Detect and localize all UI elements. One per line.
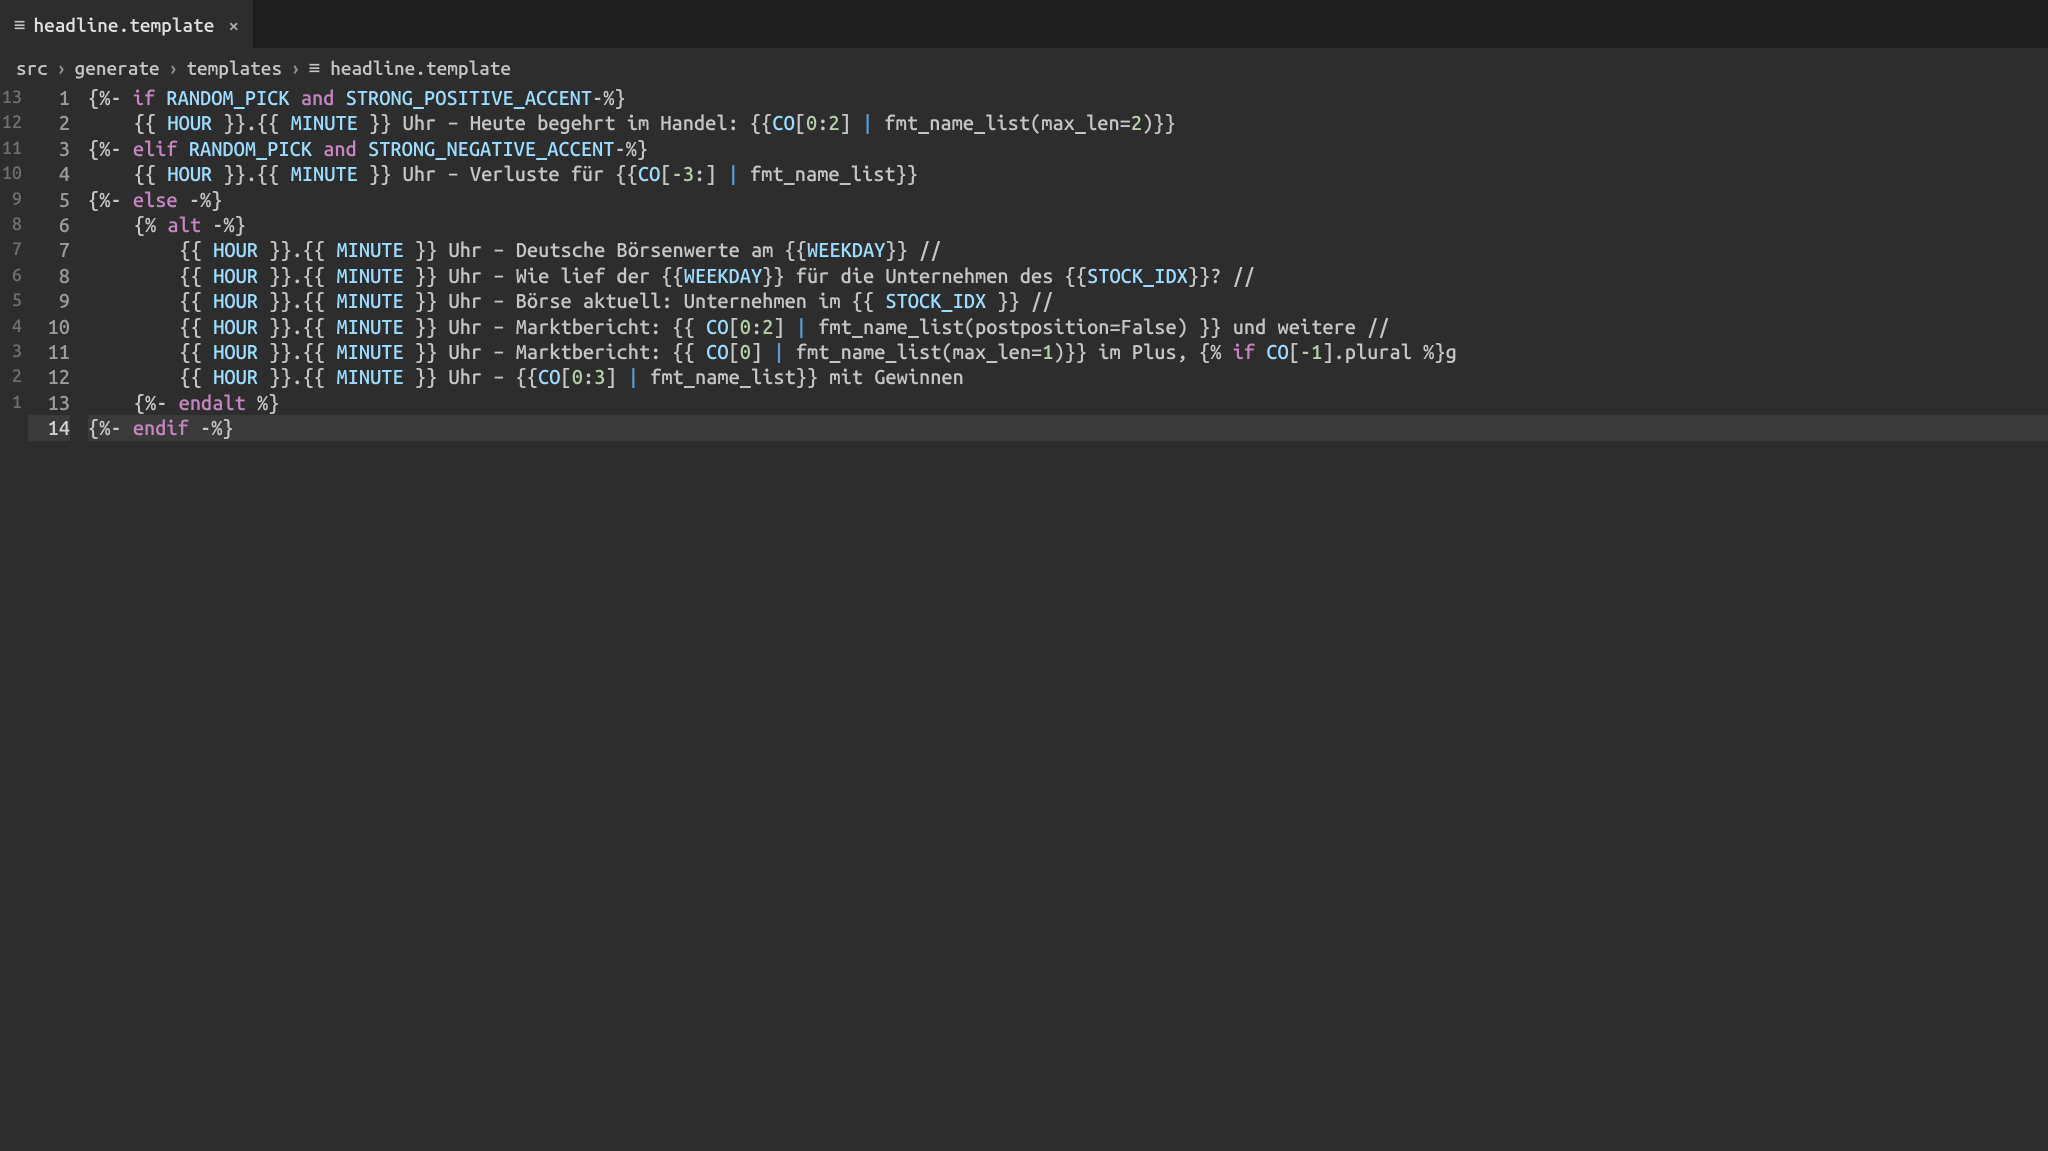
code-line[interactable]: {{ HOUR }}.{{ MINUTE }} Uhr – Marktberic… <box>88 339 2048 364</box>
code-line[interactable]: {{ HOUR }}.{{ MINUTE }} Uhr – Marktberic… <box>88 314 2048 339</box>
code-line[interactable]: {{ HOUR }}.{{ MINUTE }} Uhr – Börse aktu… <box>88 288 2048 313</box>
code-line[interactable]: {%- elif RANDOM_PICK and STRONG_NEGATIVE… <box>88 136 2048 161</box>
code-line[interactable]: {{ HOUR }}.{{ MINUTE }} Uhr – Verluste f… <box>88 161 2048 186</box>
diff-line-number: 9 <box>0 187 28 212</box>
code-line[interactable]: {% alt -%} <box>88 212 2048 237</box>
chevron-right-icon: › <box>54 57 69 79</box>
line-number: 5 <box>28 187 70 212</box>
code-line[interactable]: {%- else -%} <box>88 187 2048 212</box>
diff-line-number: 4 <box>0 314 28 339</box>
line-gutter: 1234567891011121314 <box>28 85 88 441</box>
diff-line-number: 2 <box>0 364 28 389</box>
code-line[interactable]: {%- if RANDOM_PICK and STRONG_POSITIVE_A… <box>88 85 2048 110</box>
diff-line-number: 8 <box>0 212 28 237</box>
file-icon: ≡ <box>309 56 320 79</box>
line-number: 11 <box>28 339 70 364</box>
line-number: 8 <box>28 263 70 288</box>
line-number: 10 <box>28 314 70 339</box>
diff-line-number: 10 <box>0 161 28 186</box>
breadcrumb-part[interactable]: headline.template <box>330 57 511 79</box>
diff-line-number: 1 <box>0 390 28 415</box>
code-line[interactable]: {{ HOUR }}.{{ MINUTE }} Uhr – {{CO[0:3] … <box>88 364 2048 389</box>
diff-line-number: 12 <box>0 110 28 135</box>
tab-bar: ≡ headline.template × <box>0 0 2048 48</box>
line-number: 12 <box>28 364 70 389</box>
file-icon: ≡ <box>14 13 25 36</box>
code-line[interactable]: {{ HOUR }}.{{ MINUTE }} Uhr – Heute bege… <box>88 110 2048 135</box>
code-line[interactable]: {%- endif -%} <box>88 415 2048 440</box>
breadcrumb-part[interactable]: src <box>16 57 48 79</box>
line-number: 13 <box>28 390 70 415</box>
line-number: 6 <box>28 212 70 237</box>
line-number: 4 <box>28 161 70 186</box>
line-number: 14 <box>28 415 70 440</box>
breadcrumb[interactable]: src › generate › templates › ≡ headline.… <box>0 48 2048 85</box>
line-number: 3 <box>28 136 70 161</box>
code-line[interactable]: {{ HOUR }}.{{ MINUTE }} Uhr – Wie lief d… <box>88 263 2048 288</box>
diff-line-number: 11 <box>0 136 28 161</box>
tab-headline-template[interactable]: ≡ headline.template × <box>0 0 253 48</box>
chevron-right-icon: › <box>288 57 303 79</box>
code-line[interactable]: {%- endalt %} <box>88 390 2048 415</box>
diff-line-number: 3 <box>0 339 28 364</box>
code-area[interactable]: {%- if RANDOM_PICK and STRONG_POSITIVE_A… <box>88 85 2048 441</box>
breadcrumb-part[interactable]: templates <box>186 57 282 79</box>
breadcrumb-part[interactable]: generate <box>75 57 160 79</box>
line-number: 7 <box>28 237 70 262</box>
diff-line-number: 13 <box>0 85 28 110</box>
diff-line-number: 6 <box>0 263 28 288</box>
line-number: 9 <box>28 288 70 313</box>
diff-line-number <box>0 415 28 440</box>
line-number: 1 <box>28 85 70 110</box>
editor[interactable]: 13121110987654321 1234567891011121314 {%… <box>0 85 2048 441</box>
diff-gutter: 13121110987654321 <box>0 85 28 441</box>
diff-line-number: 7 <box>0 237 28 262</box>
line-number: 2 <box>28 110 70 135</box>
close-icon[interactable]: × <box>228 14 239 36</box>
code-line[interactable]: {{ HOUR }}.{{ MINUTE }} Uhr – Deutsche B… <box>88 237 2048 262</box>
tab-label: headline.template <box>33 14 214 36</box>
chevron-right-icon: › <box>166 57 181 79</box>
diff-line-number: 5 <box>0 288 28 313</box>
